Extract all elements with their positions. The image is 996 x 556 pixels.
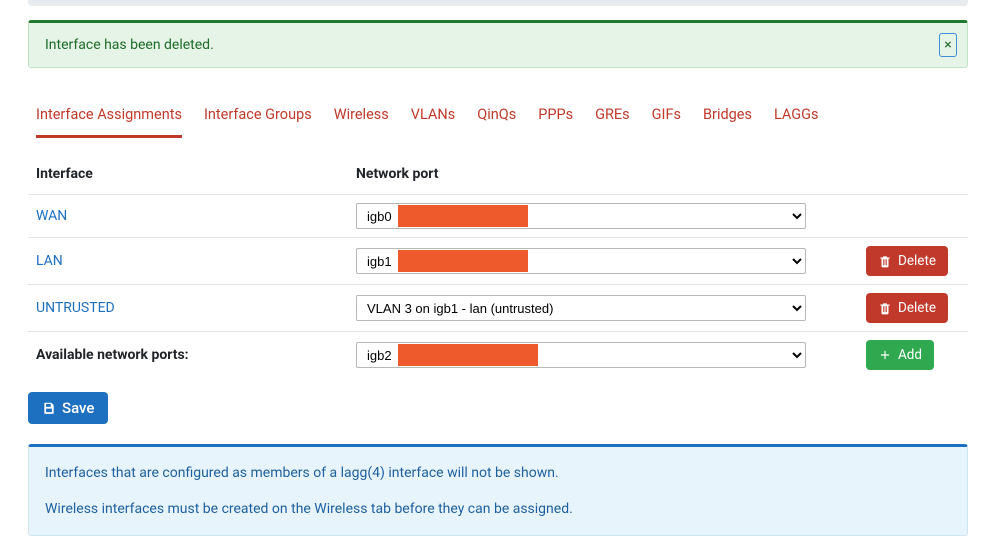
tab-wireless[interactable]: Wireless [334,96,389,137]
delete-button-untrusted[interactable]: Delete [866,293,948,323]
port-select-untrusted[interactable]: VLAN 3 on igb1 - lan (untrusted) [356,295,806,321]
delete-button-label: Delete [898,253,936,269]
available-label: Available network ports: [36,347,189,363]
port-select-lan[interactable]: igb1 [356,248,806,274]
header-port: Network port [348,158,858,195]
trash-icon [878,254,892,268]
tab-bar: Interface Assignments Interface Groups W… [28,96,968,138]
alert-message: Interface has been deleted. [45,37,214,53]
table-row: LAN igb1 Delete [28,238,968,285]
tab-gres[interactable]: GREs [595,96,630,137]
plus-icon [878,348,892,362]
header-actions [858,158,968,195]
alert-success: Interface has been deleted. × [28,20,968,68]
info-line-2: Wireless interfaces must be created on t… [45,501,951,517]
header-interface: Interface [28,158,348,195]
close-icon: × [944,38,951,52]
port-select-wan[interactable]: igb0 [356,203,806,229]
table-row: WAN igb0 [28,195,968,238]
delete-button-label: Delete [898,300,936,316]
tab-interface-groups[interactable]: Interface Groups [204,96,312,137]
tab-ppps[interactable]: PPPs [538,96,573,137]
add-button-label: Add [898,347,922,363]
tab-interface-assignments[interactable]: Interface Assignments [36,96,182,138]
alert-close-button[interactable]: × [939,33,957,57]
save-icon [42,401,56,415]
table-row-available: Available network ports: igb2 Add [28,332,968,379]
table-row: UNTRUSTED VLAN 3 on igb1 - lan (untruste… [28,285,968,332]
info-panel: Interfaces that are configured as member… [28,444,968,536]
interface-link-untrusted[interactable]: UNTRUSTED [36,300,115,316]
interface-link-lan[interactable]: LAN [36,253,63,269]
save-button-label: Save [62,399,94,417]
save-button[interactable]: Save [28,392,108,424]
tab-laggs[interactable]: LAGGs [774,96,819,137]
tab-qinqs[interactable]: QinQs [477,96,516,137]
save-row: Save [28,392,968,424]
tab-vlans[interactable]: VLANs [411,96,455,137]
delete-button-lan[interactable]: Delete [866,246,948,276]
interface-table: Interface Network port WAN igb0 LAN [28,158,968,378]
tab-bridges[interactable]: Bridges [703,96,752,137]
trash-icon [878,301,892,315]
page-top-bar [28,0,968,6]
add-button[interactable]: Add [866,340,934,370]
info-line-1: Interfaces that are configured as member… [45,465,951,481]
port-select-available[interactable]: igb2 [356,342,806,368]
interface-link-wan[interactable]: WAN [36,208,67,224]
tab-gifs[interactable]: GIFs [652,96,681,137]
